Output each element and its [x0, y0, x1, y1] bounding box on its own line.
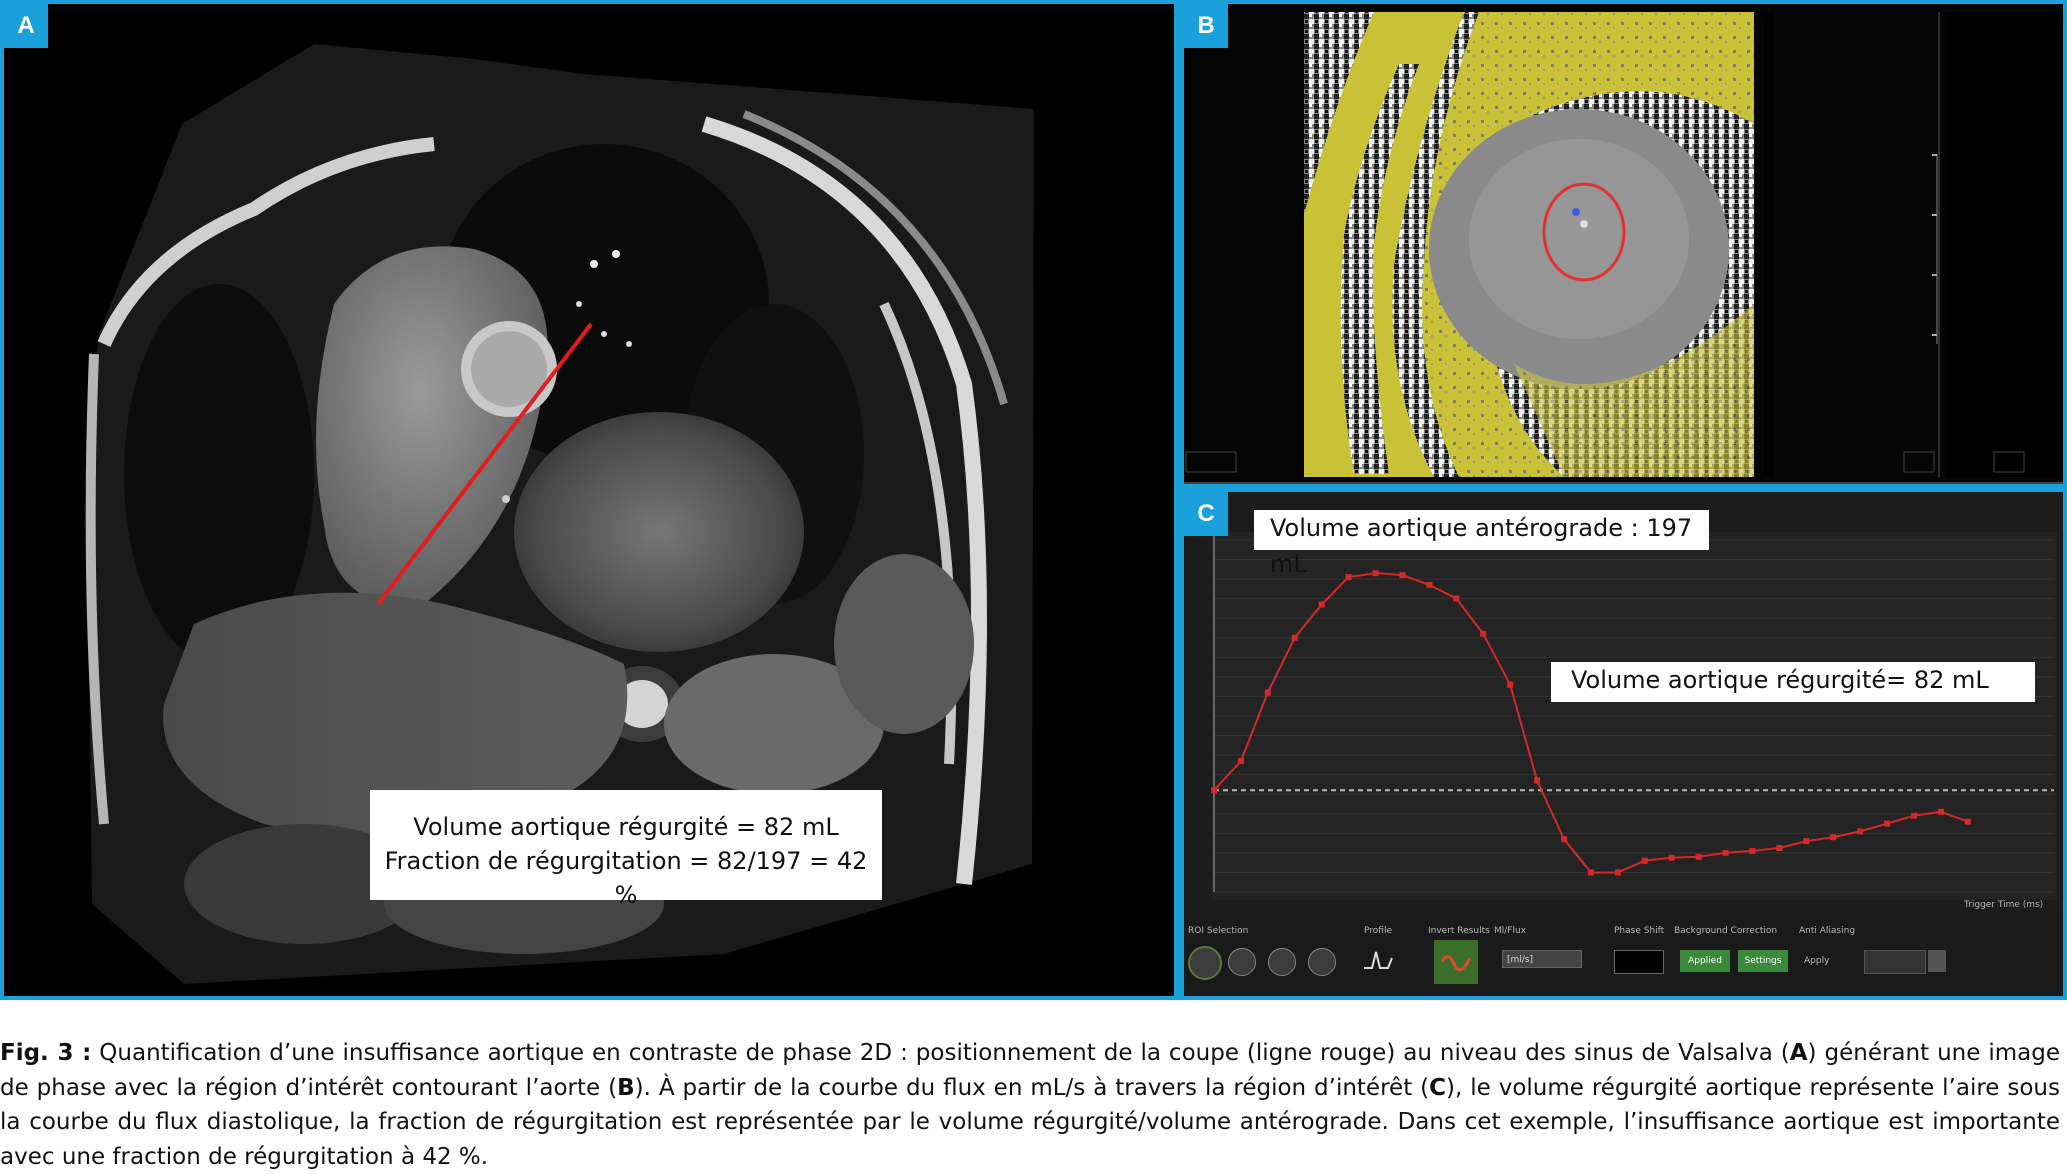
settings-button[interactable]: Settings — [1738, 950, 1788, 972]
trigger-time-label: Trigger Time (ms) — [1964, 900, 2044, 910]
invert-results-label: Invert Results — [1428, 926, 1490, 936]
flow-data-point — [1453, 595, 1460, 602]
background-correction-label: Background Correction — [1674, 926, 1778, 936]
invert-results-button[interactable] — [1434, 940, 1478, 984]
caption-part-1: Quantification d’une insuffisance aortiq… — [91, 1040, 1790, 1066]
flow-chart — [1184, 492, 2063, 912]
flow-data-point — [1722, 849, 1729, 856]
ml-flow-label: Ml/Flux — [1494, 926, 1527, 936]
panel-letter-c: C — [1184, 492, 1228, 536]
panel-a-mri-image: A Volume aortique régurgité = 82 mL Frac… — [4, 4, 1174, 996]
regurgitant-fraction-text: Fraction de régurgitation = 82/197 = 42 … — [384, 847, 868, 909]
roi-tool-3-icon[interactable] — [1308, 948, 1336, 976]
flow-data-point — [1372, 570, 1379, 577]
flow-data-point — [1291, 634, 1298, 641]
caption-ref-a: A — [1789, 1040, 1808, 1066]
flow-data-point — [1614, 869, 1621, 876]
anti-aliasing-stepper[interactable] — [1928, 950, 1946, 972]
flow-data-point — [1561, 836, 1567, 843]
applied-button[interactable]: Applied — [1680, 950, 1730, 972]
figure-caption: Fig. 3 : Quantification d’une insuffisan… — [0, 1036, 2060, 1174]
flow-data-point — [1884, 820, 1891, 827]
caption-ref-b: B — [617, 1074, 635, 1101]
roi-tool-2-icon[interactable] — [1268, 948, 1296, 976]
flow-data-point — [1937, 808, 1944, 815]
flow-data-point — [1911, 812, 1917, 819]
regurgitation-result-box: Volume aortique régurgité = 82 mL Fracti… — [370, 790, 882, 909]
flow-data-point — [1534, 777, 1541, 784]
flow-data-point — [1668, 854, 1675, 861]
flow-data-point — [1399, 572, 1406, 579]
flow-data-point — [1776, 844, 1783, 851]
apply-label: Apply — [1804, 956, 1830, 966]
flow-data-point — [1237, 757, 1244, 764]
phase-contrast-image — [1184, 4, 2063, 484]
flow-data-point — [1964, 818, 1971, 825]
flow-data-point — [1857, 828, 1864, 835]
phase-shift-input[interactable] — [1614, 950, 1664, 974]
flow-data-point — [1695, 853, 1702, 860]
flow-data-point — [1641, 857, 1648, 864]
caption-ref-c: C — [1429, 1074, 1447, 1101]
flow-data-point — [1749, 847, 1756, 854]
regurgitant-volume-text: Volume aortique régurgité = 82 mL — [413, 813, 839, 841]
anti-aliasing-label: Anti Aliasing — [1799, 926, 1856, 936]
antegrade-volume-label: Volume aortique antérograde : 197 mL — [1254, 510, 1709, 578]
panel-letter-b: B — [1184, 4, 1228, 48]
control-toolbar: ROI Selection Profile Invert Results Ml/… — [1184, 900, 2063, 996]
phase-shift-label: Phase Shift — [1614, 926, 1665, 936]
profile-label: Profile — [1364, 926, 1392, 936]
roi-tool-1-icon[interactable] — [1228, 948, 1256, 976]
anti-aliasing-input[interactable] — [1864, 950, 1926, 974]
flow-data-point — [1803, 838, 1810, 845]
flow-data-point — [1264, 689, 1271, 696]
roi-selection-label: ROI Selection — [1188, 926, 1249, 936]
panel-letter-a: A — [4, 4, 48, 48]
caption-label: Fig. 3 : — [0, 1040, 92, 1066]
roi-draw-icon[interactable] — [1188, 946, 1222, 980]
unit-select[interactable]: [ml/s] — [1502, 950, 1582, 968]
flow-data-point — [1830, 834, 1837, 841]
panel-b-phase-image: B — [1184, 4, 2063, 484]
flow-data-point — [1345, 574, 1352, 581]
flow-data-point — [1480, 630, 1487, 637]
flow-data-point — [1587, 869, 1594, 876]
profile-icon[interactable] — [1362, 944, 1396, 974]
panel-c-flow-curve: C Volume aortique antérograde : 197 mL V… — [1184, 492, 2063, 996]
flow-data-point — [1507, 681, 1514, 688]
flow-data-point — [1211, 787, 1217, 794]
caption-part-3: ). À partir de la courbe du flux en mL/s… — [634, 1074, 1430, 1101]
flow-data-point — [1318, 601, 1325, 608]
flow-data-point — [1426, 581, 1433, 588]
regurgitant-volume-label: Volume aortique régurgité= 82 mL — [1551, 662, 2035, 702]
